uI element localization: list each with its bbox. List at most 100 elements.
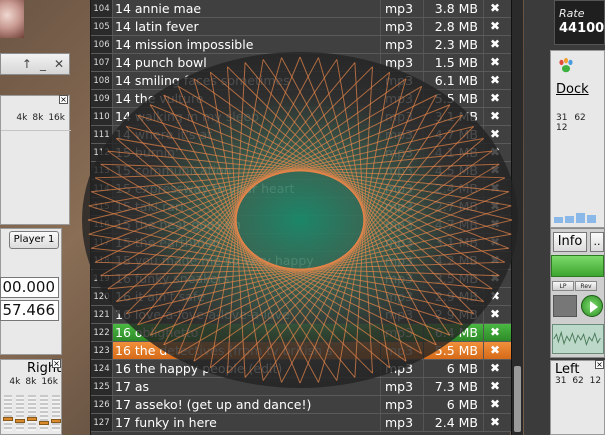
playlist-row[interactable]: 124 16 the happy people (edit) mp3 6 MB ✖ — [91, 360, 511, 378]
playlist-row[interactable]: 120 16 it ain't safe mp3 2.9 MB ✖ — [91, 288, 511, 306]
lp-button[interactable]: LP — [552, 281, 574, 291]
delete-icon[interactable]: ✖ — [484, 90, 506, 107]
slider-knob[interactable] — [27, 417, 37, 421]
freq-label: 4k — [9, 377, 21, 387]
delete-icon[interactable]: ✖ — [484, 144, 506, 161]
rev-button[interactable]: Rev — [575, 281, 597, 291]
slider-knob[interactable] — [39, 421, 49, 425]
track-type: mp3 — [381, 378, 424, 395]
track-number: 110 — [91, 108, 113, 125]
track-title: 16 funky sneakers — [113, 270, 381, 287]
position-display[interactable]: 00.000 — [0, 277, 59, 298]
delete-icon[interactable]: ✖ — [484, 126, 506, 143]
eq-slider[interactable] — [3, 395, 13, 431]
track-number: 122 — [91, 324, 113, 341]
delete-icon[interactable]: ✖ — [484, 324, 506, 341]
arrow-up-icon[interactable]: ↑ — [22, 57, 32, 71]
duration-display[interactable]: 57.466 — [0, 300, 59, 321]
dock-tab[interactable]: Dock — [556, 82, 589, 97]
delete-icon[interactable]: ✖ — [484, 54, 506, 71]
delete-icon[interactable]: ✖ — [484, 108, 506, 125]
track-size: 4.5 MB — [424, 162, 484, 179]
playlist-row[interactable]: 122 16 oblighetto mp3 6.4 MB ✖ — [91, 324, 511, 342]
track-number: 112 — [91, 144, 113, 161]
delete-icon[interactable]: ✖ — [484, 162, 506, 179]
track-type: mp3 — [381, 360, 424, 377]
delete-icon[interactable]: ✖ — [484, 234, 506, 251]
delete-icon[interactable]: ✖ — [484, 414, 506, 431]
track-size: 5.5 MB — [424, 90, 484, 107]
player-1-button[interactable]: Player 1 — [9, 231, 59, 249]
slider-knob[interactable] — [15, 419, 25, 423]
delete-icon[interactable]: ✖ — [484, 180, 506, 197]
track-title: 16 love-a-love-a-love-a-love — [113, 306, 381, 323]
eq-slider[interactable] — [39, 395, 49, 431]
playlist-row[interactable]: 117 15 the earthmen mp3 3.1 MB ✖ — [91, 234, 511, 252]
track-size: 4.7 MB — [424, 126, 484, 143]
play-icon[interactable] — [581, 295, 603, 317]
close-icon[interactable]: × — [595, 360, 604, 369]
close-icon[interactable]: ✕ — [54, 57, 64, 71]
playlist-row[interactable]: 112 15 burnin' mp3 4.1 MB ✖ — [91, 144, 511, 162]
delete-icon[interactable]: ✖ — [484, 252, 506, 269]
playlist-row[interactable]: 115 15 taki rari mp3 2.7 MB ✖ — [91, 198, 511, 216]
minimize-icon[interactable]: _ — [40, 57, 46, 71]
playlist-row[interactable]: 125 17 as mp3 7.3 MB ✖ — [91, 378, 511, 396]
delete-icon[interactable]: ✖ — [484, 306, 506, 323]
slider-knob[interactable] — [51, 419, 61, 423]
track-size: 6 MB — [424, 360, 484, 377]
delete-icon[interactable]: ✖ — [484, 0, 506, 17]
playlist-row[interactable]: 104 14 annie mae mp3 3.8 MB ✖ — [91, 0, 511, 18]
playlist-row[interactable]: 108 14 smiling faces sometimes mp3 6.1 MB ✖ — [91, 72, 511, 90]
track-number: 118 — [91, 252, 113, 269]
track-size: 2.8 MB — [424, 18, 484, 35]
playlist-row[interactable]: 127 17 funky in here mp3 2.4 MB ✖ — [91, 414, 511, 432]
track-size: 4.7 MB — [424, 216, 484, 233]
playlist-row[interactable]: 110 14 walking in my sleep mp3 3.1 MB ✖ — [91, 108, 511, 126]
track-number: 104 — [91, 0, 113, 17]
playlist-row[interactable]: 119 16 funky sneakers mp3 3.5 MB ✖ — [91, 270, 511, 288]
playlist-scrollbar[interactable] — [511, 0, 523, 435]
track-size: 7.3 MB — [424, 378, 484, 395]
track-size: 4.1 MB — [424, 144, 484, 161]
delete-icon[interactable]: ✖ — [484, 378, 506, 395]
eq-slider[interactable] — [15, 395, 25, 431]
info-button[interactable]: Info — [553, 232, 587, 252]
level-meter — [554, 203, 604, 223]
freq-label: 16k — [41, 377, 58, 387]
playlist-row[interactable]: 106 14 mission impossible mp3 2.3 MB ✖ — [91, 36, 511, 54]
scroll-thumb[interactable] — [514, 366, 521, 432]
playlist-row[interactable]: 116 15 the beat goes on mp3 4.7 MB ✖ — [91, 216, 511, 234]
delete-icon[interactable]: ✖ — [484, 288, 506, 305]
delete-icon[interactable]: ✖ — [484, 72, 506, 89]
delete-icon[interactable]: ✖ — [484, 342, 506, 359]
delete-icon[interactable]: ✖ — [484, 36, 506, 53]
playlist-row[interactable]: 126 17 asseko! (get up and dance!) mp3 6 MB… — [91, 396, 511, 414]
delete-icon[interactable]: ✖ — [484, 18, 506, 35]
playlist-row[interactable]: 114 15 expressway to your heart mp3 2.4 MB ✖ — [91, 180, 511, 198]
more-button[interactable]: .. — [590, 232, 604, 252]
playlist-row[interactable]: 118 15 you made me so very happy mp3 4.2 MB… — [91, 252, 511, 270]
track-number: 106 — [91, 36, 113, 53]
eq-slider[interactable] — [51, 395, 61, 431]
delete-icon[interactable]: ✖ — [484, 216, 506, 233]
close-icon[interactable]: × — [59, 95, 68, 104]
playlist-row[interactable]: 107 14 punch bowl mp3 1.5 MB ✖ — [91, 54, 511, 72]
delete-icon[interactable]: ✖ — [484, 396, 506, 413]
track-size: 1.5 MB — [424, 54, 484, 71]
eq-slider[interactable] — [27, 395, 37, 431]
delete-icon[interactable]: ✖ — [484, 198, 506, 215]
close-icon[interactable]: × — [52, 359, 61, 368]
playlist-row[interactable]: 111 14 where it's at mp3 4.7 MB ✖ — [91, 126, 511, 144]
playlist-row[interactable]: 105 14 latin fever mp3 2.8 MB ✖ — [91, 18, 511, 36]
delete-icon[interactable]: ✖ — [484, 360, 506, 377]
meter-bar — [587, 215, 596, 223]
slider-knob[interactable] — [3, 417, 13, 421]
playlist-row[interactable]: 121 16 love-a-love-a-love-a-love mp3 2.9 MB… — [91, 306, 511, 324]
playlist-row[interactable]: 113 15 communication mp3 4.5 MB ✖ — [91, 162, 511, 180]
track-size: 6 MB — [424, 396, 484, 413]
playlist-row[interactable]: 109 14 the vulture mp3 5.5 MB ✖ — [91, 90, 511, 108]
playlist-row[interactable]: 123 16 the detectives (from tv british sm… — [91, 342, 511, 360]
delete-icon[interactable]: ✖ — [484, 270, 506, 287]
track-number: 105 — [91, 18, 113, 35]
